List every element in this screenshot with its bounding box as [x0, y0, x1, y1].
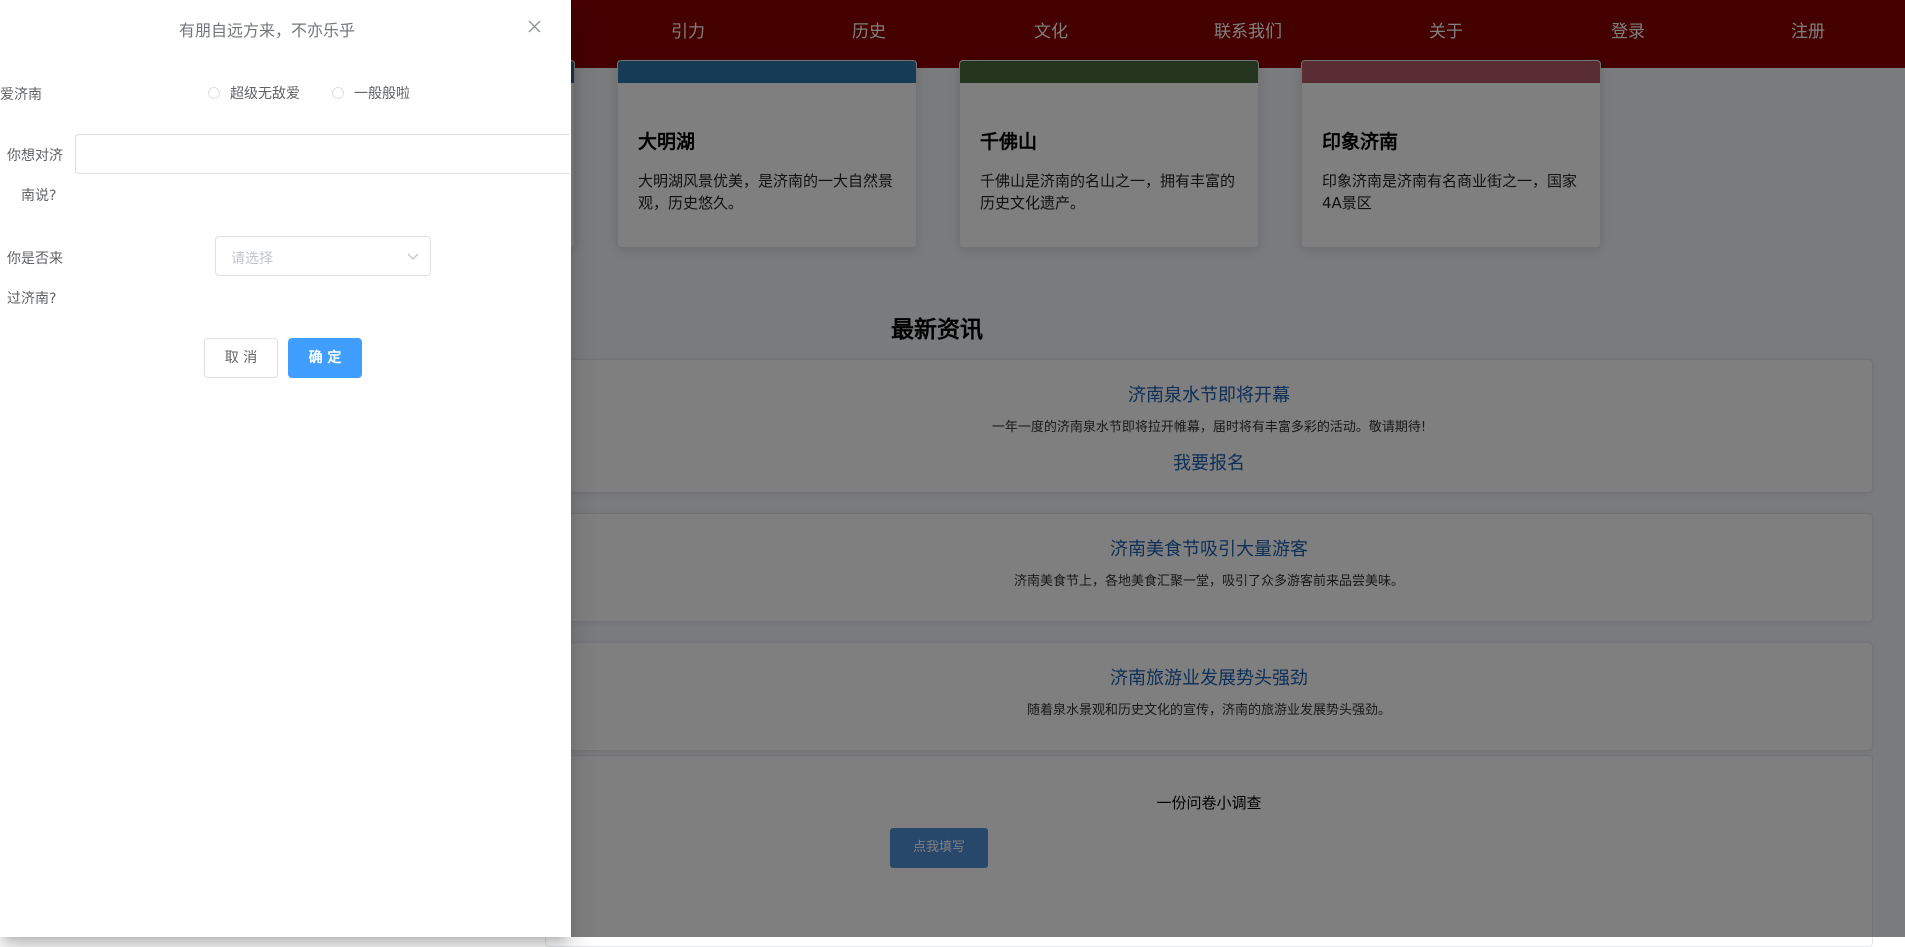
question-visited-label-cont: 过济南? [7, 291, 57, 307]
chevron-down-icon [406, 251, 420, 263]
confirm-button[interactable]: 确 定 [288, 338, 362, 378]
cancel-button[interactable]: 取 消 [204, 338, 278, 378]
question-message-label-cont: 南说? [21, 188, 57, 204]
radio-label: 超级无敌爱 [230, 86, 300, 102]
select-placeholder: 请选择 [231, 251, 273, 267]
message-input[interactable] [75, 134, 570, 174]
radio-circle [332, 87, 344, 99]
question-message-label: 你想对济 [7, 148, 63, 164]
visited-select[interactable]: 请选择 [215, 236, 431, 276]
question-visited-label: 你是否来 [7, 251, 63, 267]
drawer-title: 有朋自远方来，不亦乐乎 [178, 21, 355, 40]
radio-circle [208, 87, 220, 99]
radio-super-love[interactable]: 超级无敌爱 [208, 83, 300, 103]
close-button[interactable] [525, 17, 545, 37]
question-love-jinan-label: 爱济南 [0, 87, 42, 103]
close-icon [528, 20, 541, 33]
radio-label: 一般般啦 [354, 86, 410, 102]
radio-so-so[interactable]: 一般般啦 [332, 83, 410, 103]
survey-drawer: 有朋自远方来，不亦乐乎 爱济南 超级无敌爱 一般般啦 你想对济 南说? 你是否来… [0, 0, 571, 937]
